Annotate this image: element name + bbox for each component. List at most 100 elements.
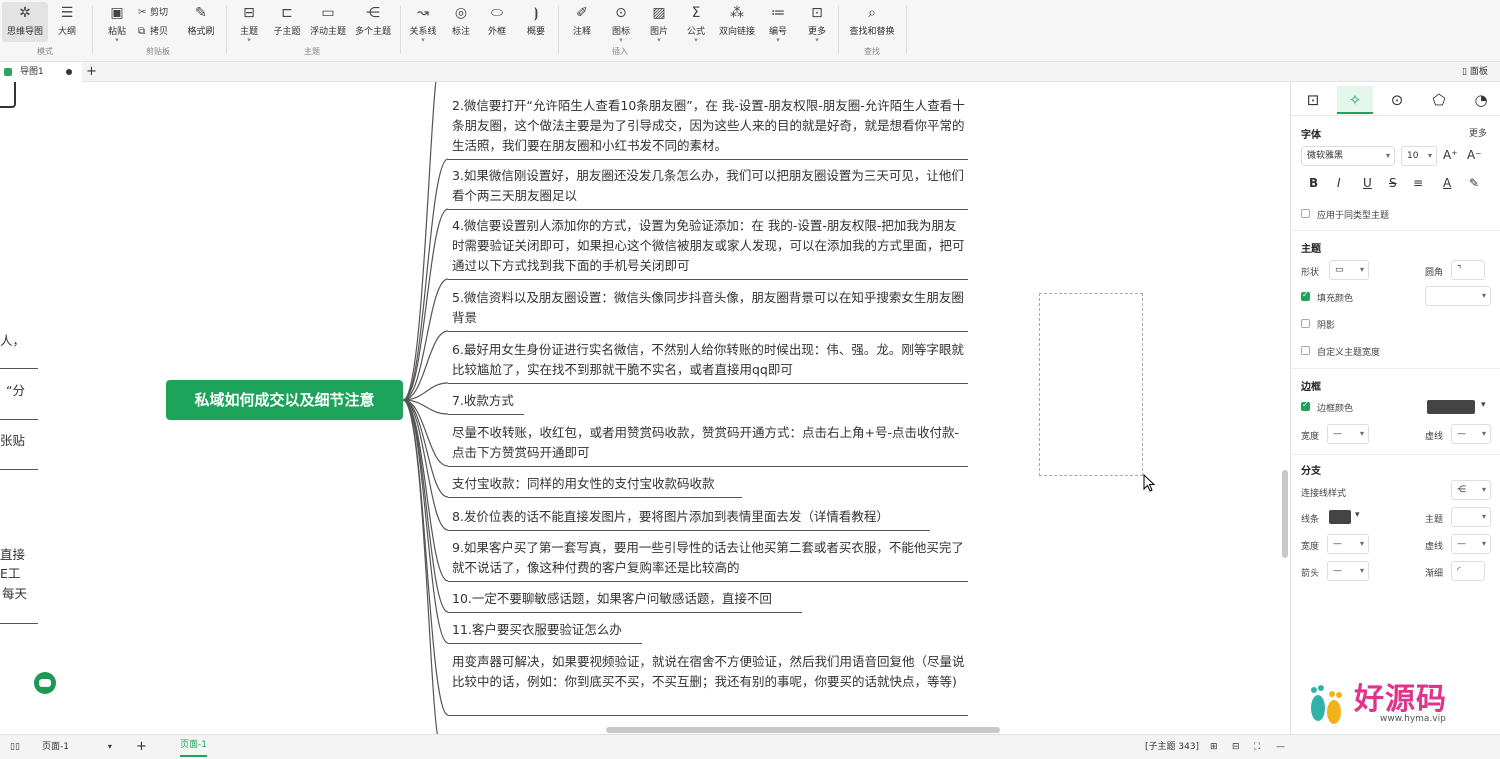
left-topic-fragment: 人， <box>0 333 26 348</box>
summary-button[interactable]: ⦘ 概要 <box>513 2 559 42</box>
panel-toggle-button[interactable]: ▯ 面板 <box>1462 62 1488 82</box>
strikethrough-icon[interactable]: S <box>1389 176 1397 190</box>
taper-select[interactable]: ◜ <box>1451 561 1485 581</box>
copy-button[interactable]: ⧉ 拷贝 <box>138 24 168 37</box>
font-more-link[interactable]: 更多 <box>1469 126 1487 139</box>
arrow-select[interactable]: — ▾ <box>1327 561 1369 581</box>
bold-icon[interactable]: B <box>1309 176 1318 190</box>
more-button[interactable]: ⊡ 更多 ▾ <box>794 2 840 44</box>
line-style-select[interactable]: ⋲ ▾ <box>1451 480 1491 500</box>
italic-icon[interactable]: I <box>1337 176 1341 190</box>
fill-color-checkbox[interactable] <box>1301 290 1310 301</box>
font-family-select[interactable]: 微软雅黑 ▾ <box>1301 146 1395 166</box>
font-grow-icon[interactable]: A⁺ <box>1443 148 1458 162</box>
font-size-select[interactable]: 10 ▾ <box>1401 146 1437 166</box>
subtopic-node[interactable]: 5.微信资料以及朋友圈设置：微信头像同步抖音头像，朋友圈背景可以在知乎搜索女生朋… <box>448 288 968 332</box>
subtopic-button[interactable]: ⊏ 子主题 <box>264 2 310 42</box>
font-color-icon[interactable]: A <box>1443 176 1451 190</box>
subtopic-node[interactable]: 尽量不收转账，收红包，或者用赞赏码收款，赞赏码开通方式：点击右上角+号-点击收付… <box>448 423 968 467</box>
subtopic-text: 6.最好用女生身份证进行实名微信，不然别人给你转账的时候出现：伟、强。龙。刚等字… <box>452 342 964 377</box>
chevron-down-icon[interactable]: ▾ <box>1355 510 1360 520</box>
book-view-icon[interactable]: ⊞ <box>1210 735 1218 759</box>
fit-screen-icon[interactable]: ⛶ <box>1254 735 1260 759</box>
left-topic-underline <box>0 469 38 470</box>
formula-button[interactable]: Σ 公式 ▾ <box>673 2 719 44</box>
sidebar-toggle-icon[interactable]: ▯▯ <box>10 735 20 759</box>
branch-section-title: 分支 <box>1301 466 1321 477</box>
selection-rectangle <box>1039 293 1143 476</box>
subtopic-node[interactable]: 4.微信要设置别人添加你的方式，设置为免验证添加：在 我的-设置-朋友权限-把加… <box>448 216 968 280</box>
format-brush-button[interactable]: ✎ 格式刷 <box>178 2 224 42</box>
subtopic-underline <box>448 612 802 613</box>
corner-select[interactable]: ⌝ <box>1451 260 1485 280</box>
underline-icon[interactable]: U <box>1363 176 1372 190</box>
root-topic[interactable]: 私域如何成交以及细节注意 <box>166 380 403 420</box>
bilink-button[interactable]: ⁂ 双向链接 <box>714 2 760 42</box>
subtopic-node[interactable]: 用变声器可解决，如果要视频验证，就说在宿舍不方便验证，然后我们用语音回复他（尽量… <box>448 652 968 716</box>
left-topic-underline <box>0 368 38 369</box>
fill-color-select[interactable]: ▾ <box>1425 286 1491 306</box>
border-width-select[interactable]: — ▾ <box>1327 424 1369 444</box>
subtopic-node[interactable]: 2.微信要打开“允许陌生人查看10条朋友圈”，在 我-设置-朋友权限-朋友圈-允… <box>448 96 968 160</box>
branch-width-select[interactable]: — ▾ <box>1327 534 1369 554</box>
subtopic-node[interactable]: 7.收款方式 <box>448 391 524 415</box>
assistant-robot-icon[interactable] <box>34 672 56 694</box>
floating-topic-button[interactable]: ▭ 浮动主题 <box>305 2 351 42</box>
font-shrink-icon[interactable]: A⁻ <box>1467 148 1482 162</box>
mindmap-canvas[interactable]: 私域如何成交以及细节注意 2.微信要打开“允许陌生人查看10条朋友圈”，在 我-… <box>0 82 1290 734</box>
doc-tab[interactable]: 导图1 <box>0 62 82 82</box>
vertical-scrollbar[interactable] <box>1282 470 1288 558</box>
branch-topic-select[interactable]: ▾ <box>1451 507 1491 527</box>
horizontal-scrollbar[interactable] <box>606 727 1000 733</box>
multi-topic-button[interactable]: ⋲ 多个主题 <box>350 2 396 42</box>
subtopic-node[interactable]: 3.如果微信刚设置好，朋友圈还没发几条怎么办，我们可以把朋友圈设置为三天可见，让… <box>448 166 968 210</box>
border-dash-select[interactable]: — ▾ <box>1451 424 1491 444</box>
chevron-down-icon: ▾ <box>1427 151 1432 160</box>
line-color-swatch[interactable] <box>1329 510 1351 524</box>
taper-label: 渐细 <box>1425 569 1444 579</box>
topic-icon: ⊟ <box>243 5 255 21</box>
chevron-down-icon: ▾ <box>1481 485 1486 494</box>
outline-mode-button[interactable]: ☰ 大纲 <box>44 2 90 42</box>
page-select[interactable]: 页面-1 ▾ <box>42 735 112 759</box>
find-replace-button[interactable]: ⌕ 查找和替换 <box>844 2 900 42</box>
highlight-icon[interactable]: ✎ <box>1469 176 1479 190</box>
add-tab-button[interactable]: + <box>86 62 97 82</box>
footprint-logo-icon <box>1311 685 1342 724</box>
border-color-checkbox[interactable] <box>1301 400 1310 411</box>
subtopic-node[interactable]: 8.发价位表的话不能直接发图片，要将图片添加到表情里面去发（详情看教程） <box>448 507 930 531</box>
subtopic-text: 支付宝收款：同样的用女性的支付宝收款码收款 <box>452 476 715 491</box>
zoom-out-icon[interactable]: — <box>1276 735 1285 759</box>
font-section-title: 字体 <box>1301 130 1321 141</box>
history-tab-icon[interactable]: ◔ <box>1463 86 1499 114</box>
paste-button[interactable]: ▣ 粘贴 ▾ <box>94 2 140 44</box>
outline-view-icon[interactable]: ⊟ <box>1232 735 1240 759</box>
ai-tab-icon[interactable]: ✧ <box>1337 86 1373 114</box>
subtopic-text: 10.一定不要聊敏感话题，如果客户问敏感话题，直接不回 <box>452 591 772 606</box>
subtopic-node[interactable]: 支付宝收款：同样的用女性的支付宝收款码收款 <box>448 474 742 498</box>
branch-dash-select[interactable]: — ▾ <box>1451 534 1491 554</box>
border-color-swatch[interactable] <box>1427 400 1475 414</box>
subtopic-node[interactable]: 9.如果客户买了第一套写真，要用一些引导性的话去让他买第二套或者买衣服，不能他买… <box>448 538 968 582</box>
chevron-down-icon: ▾ <box>115 36 119 44</box>
shape-select[interactable]: ▭ ▾ <box>1329 260 1369 280</box>
subtopic-node[interactable]: 11.客户要买衣服要验证怎么办 <box>448 620 642 644</box>
left-topic-underline <box>0 623 38 624</box>
apply-same-checkbox[interactable] <box>1301 209 1310 218</box>
subtopic-node[interactable]: 6.最好用女生身份证进行实名微信，不然别人给你转账的时候出现：伟、强。龙。刚等字… <box>448 340 968 384</box>
custom-width-checkbox[interactable] <box>1301 346 1310 355</box>
subtopic-node[interactable]: 10.一定不要聊敏感话题，如果客户问敏感话题，直接不回 <box>448 589 802 613</box>
subtopic-underline <box>448 581 968 582</box>
shadow-checkbox[interactable] <box>1301 319 1310 328</box>
sticker-tab-icon[interactable]: ⬠ <box>1421 86 1457 114</box>
left-topic-fragment: 直接 <box>0 547 26 562</box>
page-tab[interactable]: 页面-1 <box>180 735 207 757</box>
group-label-mode: 模式 <box>37 47 53 56</box>
marker-tab-icon[interactable]: ⊙ <box>1379 86 1415 114</box>
chevron-down-icon[interactable]: ▾ <box>1481 400 1486 410</box>
mindmap-mode-button[interactable]: ✲ 思维导图 <box>2 2 48 42</box>
align-icon[interactable]: ≡ <box>1413 176 1423 190</box>
add-page-button[interactable]: + <box>136 735 147 759</box>
style-tab-icon[interactable]: ⊡ <box>1295 86 1331 114</box>
cut-button[interactable]: ✂ 剪切 <box>138 5 168 18</box>
